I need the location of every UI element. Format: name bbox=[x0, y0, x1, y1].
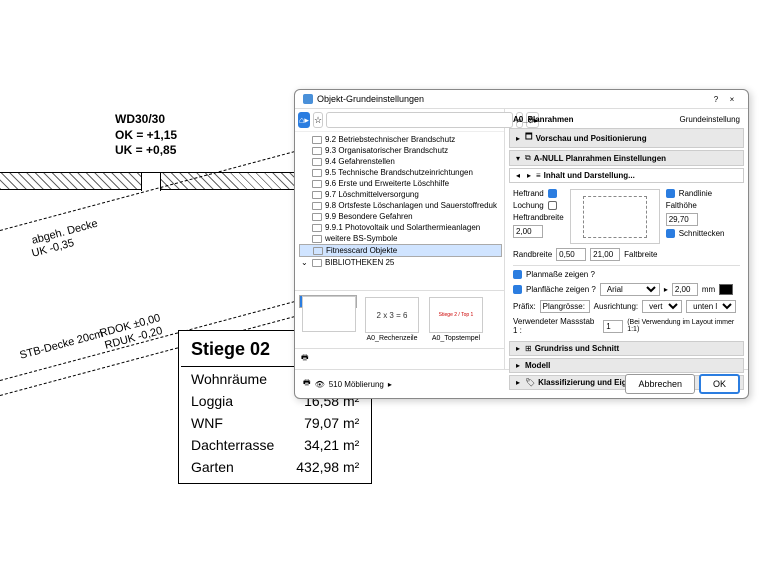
dimension-ok: OK = +1,15 bbox=[115, 128, 177, 144]
object-settings-dialog: Objekt-Grundeinstellungen ? × ⌂▸ ☆ ⌕ ⚙▸ … bbox=[294, 89, 749, 399]
layer-icon: 🖶 bbox=[301, 352, 309, 366]
color-swatch[interactable] bbox=[719, 284, 733, 295]
nav-fwd[interactable]: ▸ bbox=[525, 171, 533, 180]
wall-hatch bbox=[0, 172, 300, 190]
dimension-wd: WD30/30 bbox=[115, 112, 177, 128]
thumb-rechenzeile[interactable]: 2 x 3 = 6A0_Rechenzeile bbox=[363, 295, 421, 344]
library-button[interactable]: ⌂▸ bbox=[298, 112, 310, 128]
nav-back[interactable]: ◂ bbox=[514, 171, 522, 180]
app-icon bbox=[303, 94, 313, 104]
dialog-title: Objekt-Grundeinstellungen bbox=[317, 94, 708, 104]
planmasse-checkbox[interactable] bbox=[513, 270, 522, 279]
slab-label: STB-Decke 20cm bbox=[18, 328, 104, 362]
thumb-planrahmen[interactable]: A0_Planrahmen bbox=[299, 295, 357, 308]
falthohe-input[interactable] bbox=[666, 213, 698, 226]
randbreite-input[interactable] bbox=[556, 248, 586, 261]
frame-preview bbox=[570, 189, 660, 244]
layer-icon: 👁 bbox=[315, 380, 325, 389]
dimension-uk: UK = +0,85 bbox=[115, 143, 177, 159]
close-button[interactable]: × bbox=[724, 95, 740, 104]
cancel-button[interactable]: Abbrechen bbox=[625, 374, 695, 394]
favorite-button[interactable]: ☆ bbox=[313, 112, 323, 128]
orient-select[interactable]: vertikal bbox=[642, 300, 682, 313]
layer-name[interactable]: 510 Möblierung bbox=[329, 380, 384, 389]
help-button[interactable]: ? bbox=[708, 95, 724, 104]
prefix-input[interactable] bbox=[540, 300, 590, 313]
panel-preview[interactable]: ▸🗖Vorschau und Positionierung bbox=[509, 128, 744, 148]
font-select[interactable]: Arial bbox=[600, 283, 660, 296]
panel-grundriss[interactable]: ▸⊞Grundriss und Schnitt bbox=[509, 341, 744, 356]
panel-content-nav[interactable]: ◂ ▸ ≡ Inhalt und Darstellung... bbox=[509, 168, 744, 183]
table-row: Garten432,98 m² bbox=[181, 457, 369, 481]
ceiling-line bbox=[0, 150, 300, 231]
align-select[interactable]: unten links bbox=[686, 300, 736, 313]
schnittecken-checkbox[interactable] bbox=[666, 229, 675, 238]
randbreite2-input[interactable] bbox=[590, 248, 620, 261]
planflache-checkbox[interactable] bbox=[513, 285, 522, 294]
panel-modell[interactable]: ▸Modell bbox=[509, 358, 744, 373]
mode-label: Grundeinstellung bbox=[680, 115, 740, 124]
fontsize-input[interactable] bbox=[672, 283, 698, 296]
thumb-topstempel[interactable]: Stiege 2 / Top 1A0_Topstempel bbox=[427, 295, 485, 344]
object-name: A0_Planrahmen bbox=[513, 115, 573, 124]
table-row: WNF79,07 m² bbox=[181, 413, 369, 433]
panel-settings[interactable]: ▾⧉A-NULL Planrahmen Einstellungen bbox=[509, 150, 744, 166]
layer-button-icon[interactable]: 🖶 bbox=[303, 377, 311, 391]
heftrandbreite-input[interactable] bbox=[513, 225, 543, 238]
search-input[interactable] bbox=[326, 112, 513, 128]
massstab-input[interactable] bbox=[603, 320, 623, 333]
ok-button[interactable]: OK bbox=[699, 374, 740, 394]
library-tree[interactable]: 9.2 Betriebstechnischer Brandschutz 9.3 … bbox=[295, 132, 504, 290]
heftrand-checkbox[interactable] bbox=[548, 189, 557, 198]
lochung-checkbox[interactable] bbox=[548, 201, 557, 210]
table-row: Dachterrasse34,21 m² bbox=[181, 435, 369, 455]
randlinie-checkbox[interactable] bbox=[666, 189, 675, 198]
